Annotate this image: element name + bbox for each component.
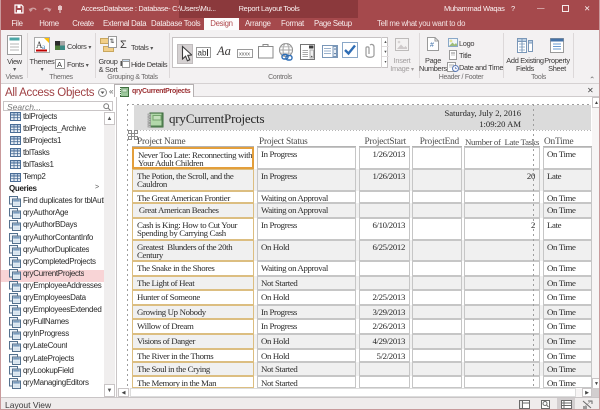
svg-text:A: A <box>57 60 62 69</box>
svg-text:xxxx: xxxx <box>239 52 250 58</box>
svg-text:ab: ab <box>198 49 207 58</box>
svg-text:⇅: ⇅ <box>110 39 115 45</box>
svg-text:#: # <box>430 42 434 49</box>
